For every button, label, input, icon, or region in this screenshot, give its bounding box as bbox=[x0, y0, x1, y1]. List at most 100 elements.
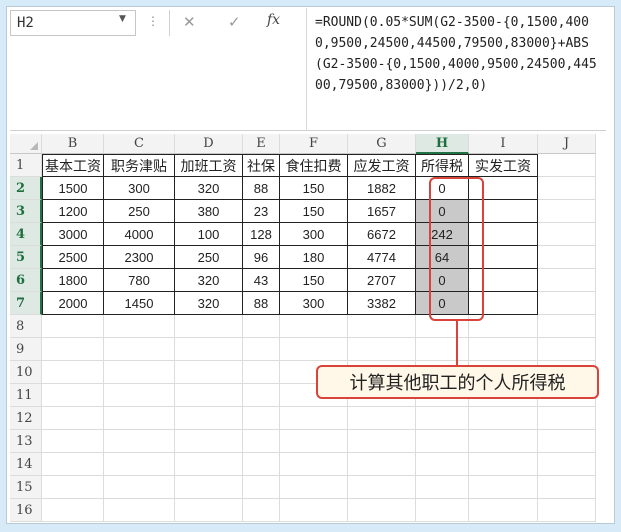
table-cell[interactable]: 250 bbox=[175, 246, 243, 269]
row-header[interactable]: 16 bbox=[10, 499, 42, 522]
empty-cell[interactable] bbox=[469, 430, 538, 453]
empty-cell[interactable] bbox=[538, 292, 596, 315]
table-cell[interactable]: 1657 bbox=[348, 200, 416, 223]
empty-cell[interactable] bbox=[280, 315, 348, 338]
table-cell[interactable]: 320 bbox=[175, 177, 243, 200]
empty-cell[interactable] bbox=[42, 361, 104, 384]
table-cell[interactable]: 43 bbox=[243, 269, 280, 292]
table-header-cell[interactable]: 社保 bbox=[243, 154, 280, 177]
empty-cell[interactable] bbox=[104, 361, 175, 384]
empty-cell[interactable] bbox=[243, 384, 280, 407]
empty-cell[interactable] bbox=[42, 338, 104, 361]
empty-cell[interactable] bbox=[538, 223, 596, 246]
table-cell[interactable]: 780 bbox=[104, 269, 175, 292]
empty-cell[interactable] bbox=[538, 177, 596, 200]
empty-cell[interactable] bbox=[469, 407, 538, 430]
row-header[interactable]: 15 bbox=[10, 476, 42, 499]
table-cell[interactable] bbox=[469, 223, 538, 246]
empty-cell[interactable] bbox=[348, 338, 416, 361]
empty-cell[interactable] bbox=[42, 407, 104, 430]
table-cell[interactable]: 4000 bbox=[104, 223, 175, 246]
empty-cell[interactable] bbox=[348, 476, 416, 499]
table-header-cell[interactable]: 食住扣费 bbox=[280, 154, 348, 177]
name-box[interactable]: H2 bbox=[10, 10, 136, 36]
table-cell[interactable]: 2707 bbox=[348, 269, 416, 292]
empty-cell[interactable] bbox=[280, 453, 348, 476]
table-cell-selected[interactable]: 0 bbox=[416, 292, 469, 315]
empty-cell[interactable] bbox=[104, 407, 175, 430]
table-cell[interactable]: 23 bbox=[243, 200, 280, 223]
empty-cell[interactable] bbox=[538, 315, 596, 338]
table-cell[interactable]: 1450 bbox=[104, 292, 175, 315]
empty-cell[interactable] bbox=[538, 407, 596, 430]
table-cell[interactable]: 320 bbox=[175, 292, 243, 315]
empty-cell[interactable] bbox=[243, 453, 280, 476]
table-cell[interactable]: 320 bbox=[175, 269, 243, 292]
select-all-button[interactable] bbox=[10, 134, 42, 154]
table-header-cell[interactable]: 职务津贴 bbox=[104, 154, 175, 177]
row-header[interactable]: 9 bbox=[10, 338, 42, 361]
formula-input[interactable]: =ROUND(0.05*SUM(G2-3500-{0,1500,4000,950… bbox=[306, 8, 602, 130]
row-header[interactable]: 12 bbox=[10, 407, 42, 430]
empty-cell[interactable] bbox=[104, 453, 175, 476]
empty-cell[interactable] bbox=[469, 315, 538, 338]
empty-cell[interactable] bbox=[469, 499, 538, 522]
empty-cell[interactable] bbox=[243, 407, 280, 430]
table-cell[interactable]: 300 bbox=[280, 223, 348, 246]
column-header-c[interactable]: C bbox=[104, 134, 175, 154]
empty-cell[interactable] bbox=[538, 200, 596, 223]
empty-cell[interactable] bbox=[42, 476, 104, 499]
table-cell[interactable]: 300 bbox=[104, 177, 175, 200]
column-header-g[interactable]: G bbox=[348, 134, 416, 154]
empty-cell[interactable] bbox=[538, 453, 596, 476]
row-header[interactable]: 3 bbox=[10, 200, 42, 223]
empty-cell[interactable] bbox=[42, 453, 104, 476]
empty-cell[interactable] bbox=[469, 453, 538, 476]
empty-cell[interactable] bbox=[42, 499, 104, 522]
row-header[interactable]: 6 bbox=[10, 269, 42, 292]
table-cell-selected[interactable]: 0 bbox=[416, 200, 469, 223]
table-cell[interactable]: 6672 bbox=[348, 223, 416, 246]
table-cell[interactable]: 2000 bbox=[42, 292, 104, 315]
empty-cell[interactable] bbox=[280, 499, 348, 522]
empty-cell[interactable] bbox=[348, 453, 416, 476]
row-header[interactable]: 13 bbox=[10, 430, 42, 453]
table-cell[interactable]: 2500 bbox=[42, 246, 104, 269]
empty-cell[interactable] bbox=[469, 338, 538, 361]
table-header-cell[interactable]: 基本工资 bbox=[42, 154, 104, 177]
table-header-cell[interactable]: 加班工资 bbox=[175, 154, 243, 177]
empty-cell[interactable] bbox=[104, 499, 175, 522]
enter-icon[interactable]: ✓ bbox=[228, 13, 241, 31]
table-header-cell[interactable]: 应发工资 bbox=[348, 154, 416, 177]
column-header-d[interactable]: D bbox=[175, 134, 243, 154]
empty-cell[interactable] bbox=[416, 315, 469, 338]
empty-cell[interactable] bbox=[175, 476, 243, 499]
table-cell[interactable]: 1500 bbox=[42, 177, 104, 200]
empty-cell[interactable] bbox=[538, 269, 596, 292]
table-header-cell[interactable]: 实发工资 bbox=[469, 154, 538, 177]
empty-cell[interactable] bbox=[538, 476, 596, 499]
empty-cell[interactable] bbox=[104, 384, 175, 407]
table-cell[interactable] bbox=[469, 246, 538, 269]
table-cell[interactable] bbox=[469, 292, 538, 315]
row-header[interactable]: 11 bbox=[10, 384, 42, 407]
table-header-cell[interactable]: 所得税 bbox=[416, 154, 469, 177]
empty-cell[interactable] bbox=[42, 315, 104, 338]
table-cell[interactable]: 1800 bbox=[42, 269, 104, 292]
table-cell[interactable]: 1882 bbox=[348, 177, 416, 200]
table-cell[interactable]: 250 bbox=[104, 200, 175, 223]
empty-cell[interactable] bbox=[42, 384, 104, 407]
empty-cell[interactable] bbox=[538, 338, 596, 361]
empty-cell[interactable] bbox=[538, 154, 596, 177]
empty-cell[interactable] bbox=[416, 499, 469, 522]
table-cell[interactable]: 1200 bbox=[42, 200, 104, 223]
empty-cell[interactable] bbox=[243, 499, 280, 522]
column-header-i[interactable]: I bbox=[469, 134, 538, 154]
table-cell[interactable]: 88 bbox=[243, 292, 280, 315]
table-cell[interactable] bbox=[469, 177, 538, 200]
table-cell[interactable]: 180 bbox=[280, 246, 348, 269]
empty-cell[interactable] bbox=[538, 430, 596, 453]
table-cell[interactable]: 88 bbox=[243, 177, 280, 200]
row-header[interactable]: 5 bbox=[10, 246, 42, 269]
empty-cell[interactable] bbox=[348, 407, 416, 430]
